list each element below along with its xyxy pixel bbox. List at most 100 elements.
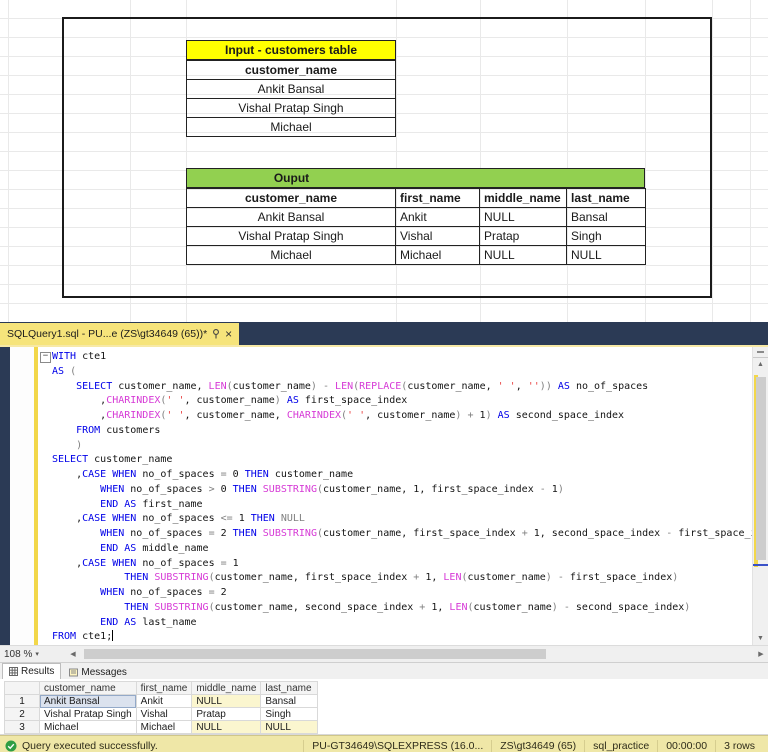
output-cell[interactable]: Ankit: [396, 208, 480, 227]
horizontal-scroll-thumb[interactable]: [84, 649, 546, 659]
horizontal-scrollbar[interactable]: [80, 648, 754, 660]
output-cell[interactable]: Michael: [396, 246, 480, 265]
scroll-left-icon[interactable]: ◀: [66, 650, 80, 658]
vertical-scrollbar[interactable]: ▲ ▼: [752, 347, 768, 645]
zoom-control[interactable]: 108 % ▾: [0, 649, 66, 660]
scroll-up-icon[interactable]: ▲: [753, 358, 768, 371]
output-table-title-text: Ouput: [187, 171, 396, 185]
code-line[interactable]: ,CASE WHEN no_of_spaces = 1: [52, 557, 753, 572]
grid-cell[interactable]: NULL: [192, 721, 261, 734]
status-segment: 3 rows: [715, 740, 763, 752]
grid-row: 3MichaelMichaelNULLNULL: [5, 721, 318, 734]
code-line[interactable]: END AS last_name: [52, 616, 753, 631]
screen: Input - customers table customer_nameAnk…: [0, 0, 768, 752]
pin-icon[interactable]: [212, 329, 220, 339]
grid-corner[interactable]: [5, 682, 40, 695]
code-line[interactable]: END AS middle_name: [52, 542, 753, 557]
grid-column-header[interactable]: customer_name: [40, 682, 137, 695]
splitter-grip-icon[interactable]: [753, 347, 768, 358]
code-pane[interactable]: WITH cte1AS ( SELECT customer_name, LEN(…: [52, 350, 753, 645]
grid-column-header[interactable]: first_name: [136, 682, 192, 695]
input-cell[interactable]: Michael: [187, 118, 396, 137]
input-header-cell[interactable]: customer_name: [187, 61, 396, 80]
scrollbar-caret-marker: [753, 564, 768, 566]
grid-cell[interactable]: NULL: [261, 721, 318, 734]
code-line[interactable]: ,CHARINDEX(' ', customer_name) AS first_…: [52, 394, 753, 409]
grid-cell[interactable]: Ankit Bansal: [40, 695, 137, 708]
chevron-down-icon: ▾: [35, 650, 39, 658]
grid-cell[interactable]: Pratap: [192, 708, 261, 721]
grid-cell[interactable]: Michael: [136, 721, 192, 734]
document-tab[interactable]: SQLQuery1.sql - PU...e (ZS\gt34649 (65))…: [0, 323, 239, 345]
code-line[interactable]: ,CHARINDEX(' ', customer_name, CHARINDEX…: [52, 409, 753, 424]
output-header-cell[interactable]: middle_name: [480, 189, 567, 208]
code-line[interactable]: WHEN no_of_spaces > 0 THEN SUBSTRING(cus…: [52, 483, 753, 498]
document-tab-strip: SQLQuery1.sql - PU...e (ZS\gt34649 (65))…: [0, 322, 768, 345]
code-line[interactable]: END AS first_name: [52, 498, 753, 513]
grid-cell[interactable]: NULL: [192, 695, 261, 708]
success-check-icon: [5, 740, 17, 752]
table-row: Vishal Pratap SinghVishalPratapSingh: [187, 227, 646, 246]
input-table-block: Input - customers table customer_nameAnk…: [186, 40, 396, 137]
code-line[interactable]: ,CASE WHEN no_of_spaces = 0 THEN custome…: [52, 468, 753, 483]
scroll-right-icon[interactable]: ▶: [754, 650, 768, 658]
output-header-cell[interactable]: last_name: [567, 189, 646, 208]
grid-cell[interactable]: Michael: [40, 721, 137, 734]
input-cell[interactable]: Ankit Bansal: [187, 80, 396, 99]
grid-row-number[interactable]: 2: [5, 708, 40, 721]
grid-cell[interactable]: Vishal Pratap Singh: [40, 708, 137, 721]
output-cell[interactable]: Bansal: [567, 208, 646, 227]
grid-cell[interactable]: Ankit: [136, 695, 192, 708]
output-cell[interactable]: Ankit Bansal: [187, 208, 396, 227]
grid-cell[interactable]: Bansal: [261, 695, 318, 708]
output-header-cell[interactable]: customer_name: [187, 189, 396, 208]
code-line[interactable]: AS (: [52, 365, 753, 380]
spreadsheet-area: Input - customers table customer_nameAnk…: [0, 0, 768, 322]
grid-cell[interactable]: Singh: [261, 708, 318, 721]
code-line[interactable]: ): [52, 439, 753, 454]
collapse-region-icon[interactable]: −: [40, 352, 51, 363]
code-line[interactable]: WITH cte1: [52, 350, 753, 365]
gridline: [712, 0, 713, 322]
messages-icon: [69, 668, 78, 677]
tab-messages[interactable]: Messages: [63, 665, 133, 679]
output-cell[interactable]: Singh: [567, 227, 646, 246]
code-line[interactable]: THEN SUBSTRING(customer_name, second_spa…: [52, 601, 753, 616]
grid-column-header[interactable]: last_name: [261, 682, 318, 695]
output-cell[interactable]: Vishal: [396, 227, 480, 246]
code-line[interactable]: FROM cte1;: [52, 630, 753, 645]
grid-row: 1Ankit BansalAnkitNULLBansal: [5, 695, 318, 708]
sql-editor[interactable]: − WITH cte1AS ( SELECT customer_name, LE…: [0, 347, 768, 645]
output-header-cell[interactable]: first_name: [396, 189, 480, 208]
vertical-scroll-thumb[interactable]: [756, 377, 766, 560]
change-tracking-bar: [34, 347, 38, 645]
grid-column-header[interactable]: middle_name: [192, 682, 261, 695]
output-cell[interactable]: NULL: [480, 246, 567, 265]
document-tab-title: SQLQuery1.sql - PU...e (ZS\gt34649 (65))…: [7, 328, 207, 340]
code-line[interactable]: THEN SUBSTRING(customer_name, first_spac…: [52, 571, 753, 586]
output-cell[interactable]: NULL: [480, 208, 567, 227]
scroll-down-icon[interactable]: ▼: [753, 632, 768, 645]
grid-row-number[interactable]: 1: [5, 695, 40, 708]
grid-row-number[interactable]: 3: [5, 721, 40, 734]
code-line[interactable]: SELECT customer_name, LEN(customer_name)…: [52, 380, 753, 395]
output-cell[interactable]: Pratap: [480, 227, 567, 246]
code-line[interactable]: ,CASE WHEN no_of_spaces <= 1 THEN NULL: [52, 512, 753, 527]
input-cell[interactable]: Vishal Pratap Singh: [187, 99, 396, 118]
output-cell[interactable]: NULL: [567, 246, 646, 265]
status-segment: ZS\gt34649 (65): [491, 740, 584, 752]
code-line[interactable]: SELECT customer_name: [52, 453, 753, 468]
tab-results[interactable]: Results: [2, 663, 61, 679]
ssms-window: SQLQuery1.sql - PU...e (ZS\gt34649 (65))…: [0, 322, 768, 752]
gridline: [750, 0, 751, 322]
code-line[interactable]: WHEN no_of_spaces = 2: [52, 586, 753, 601]
output-cell[interactable]: Michael: [187, 246, 396, 265]
editor-bottom-bar: 108 % ▾ ◀ ▶: [0, 645, 768, 662]
close-icon[interactable]: ×: [225, 329, 232, 339]
table-row: MichaelMichaelNULLNULL: [187, 246, 646, 265]
grid-cell[interactable]: Vishal: [136, 708, 192, 721]
output-cell[interactable]: Vishal Pratap Singh: [187, 227, 396, 246]
code-line[interactable]: WHEN no_of_spaces = 2 THEN SUBSTRING(cus…: [52, 527, 753, 542]
input-table-title-text: Input - customers table: [225, 43, 357, 57]
code-line[interactable]: FROM customers: [52, 424, 753, 439]
